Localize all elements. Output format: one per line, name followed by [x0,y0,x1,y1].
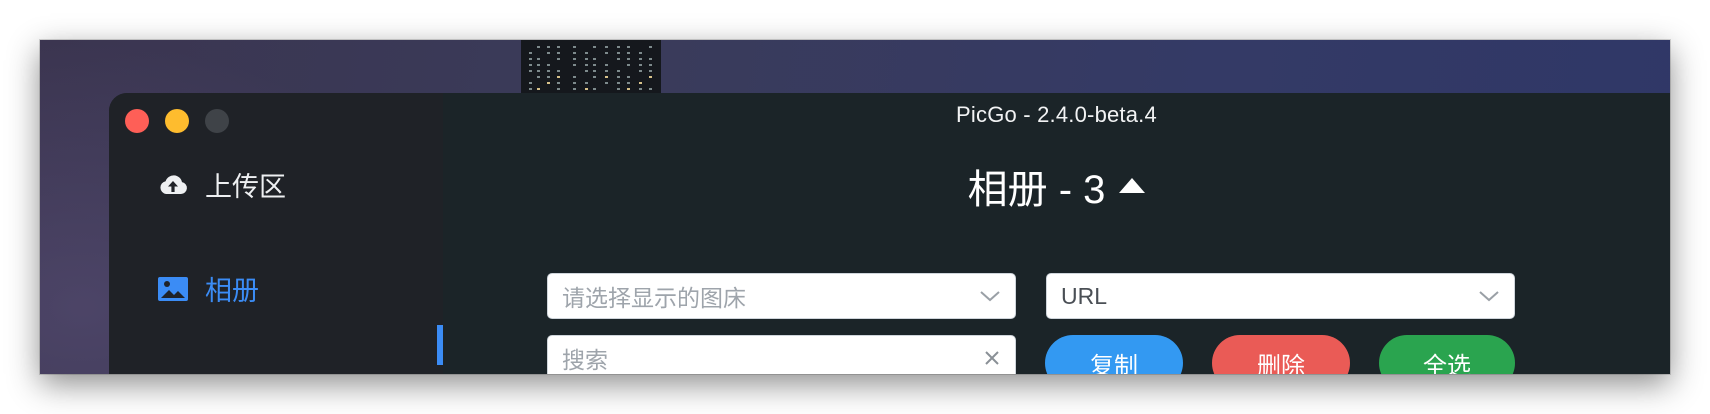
cloud-upload-icon [160,174,187,194]
image-bed-select-placeholder: 请选择显示的图床 [562,285,746,311]
image-bed-select[interactable]: 请选择显示的图床 [547,273,1016,319]
select-all-button[interactable]: 全选 [1379,335,1515,374]
chevron-down-icon [980,291,1000,302]
window-title: PicGo - 2.4.0-beta.4 [956,102,1157,127]
close-window-button[interactable] [125,109,149,133]
sidebar-item-label: 相册 [205,276,259,306]
copy-button[interactable]: 复制 [1045,335,1183,374]
sidebar-item-gallery[interactable]: 相册 [157,269,259,308]
wallpaper-building [521,40,661,95]
picgo-window: 上传区 相册 PicGo - 2.4.0-beta.4 相册 - 3 请选择显示… [109,93,1670,374]
chevron-down-icon [1479,291,1499,302]
delete-button[interactable]: 删除 [1212,335,1350,374]
search-placeholder: 搜索 [562,347,608,373]
link-format-select[interactable]: URL [1046,273,1515,319]
clear-icon[interactable] [983,349,1001,367]
window-controls [125,109,229,133]
image-icon [158,276,188,301]
desktop-background: 上传区 相册 PicGo - 2.4.0-beta.4 相册 - 3 请选择显示… [40,40,1670,374]
sidebar-item-label: 上传区 [205,172,286,202]
main-content: PicGo - 2.4.0-beta.4 相册 - 3 请选择显示的图床 URL… [443,93,1670,374]
sidebar-item-upload[interactable]: 上传区 [157,165,286,204]
sidebar: 上传区 相册 [109,93,443,374]
page-title: 相册 - 3 [967,168,1106,212]
zoom-window-button[interactable] [205,109,229,133]
minimize-window-button[interactable] [165,109,189,133]
search-input[interactable]: 搜索 [547,335,1016,374]
caret-up-icon[interactable] [1119,177,1146,193]
link-format-value: URL [1061,282,1108,309]
gallery-header: 相册 - 3 [443,157,1670,215]
